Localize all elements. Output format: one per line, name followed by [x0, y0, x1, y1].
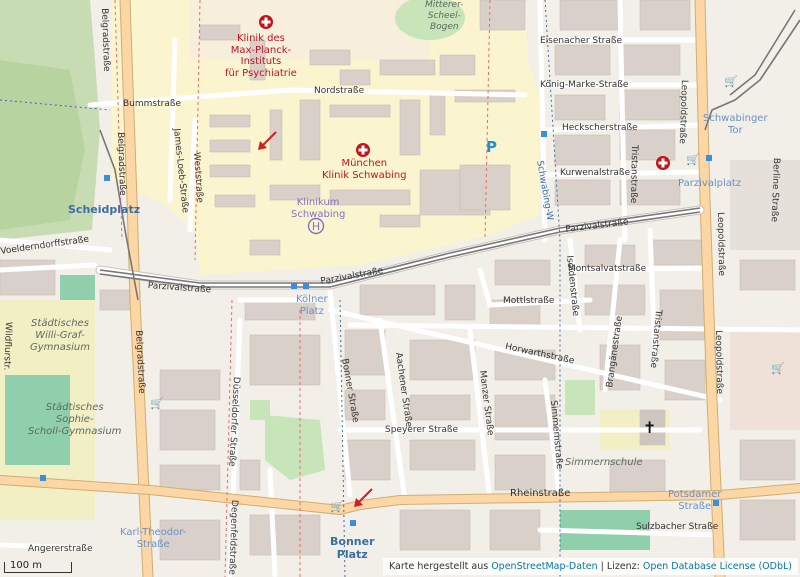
street-label-koenig-marke: König-Marke-Straße [540, 80, 629, 90]
scale-label: 100 m [10, 560, 43, 571]
place-label-bonner-platz[interactable]: Bonner Platz [330, 535, 375, 561]
poi-label-simmernschule[interactable]: Simmernschule [565, 457, 643, 469]
street-label-wildflur: Wildflurstr. [1, 321, 13, 371]
map-attribution: Karte hergestellt aus OpenStreetMap-Date… [382, 558, 798, 575]
street-label-heckscher: Heckscherstraße [562, 123, 638, 133]
street-label-angerer: Angererstraße [28, 544, 93, 554]
place-label-karl-theodor[interactable]: Karl-Theodor- Straße [120, 527, 186, 550]
street-label-mottl: Mottlstraße [503, 296, 555, 306]
church-cross-icon: ✝ [643, 418, 657, 437]
street-label-degenfeld: Degenfeldstraße [226, 499, 239, 575]
license-link[interactable]: Open Database License (ODbL) [643, 561, 792, 572]
poi-label-max-planck[interactable]: Klinik des Max-Planck- Instituts für Psy… [225, 33, 297, 79]
street-label-belgrad-mid: Belgradstraße [115, 131, 128, 196]
street-label-bumm: Bummstraße [123, 99, 182, 109]
hospital-h-label: H [312, 220, 320, 233]
poi-label-willi-graf[interactable]: Städtisches Willi-Graf- Gymnasium [30, 318, 90, 354]
shop-cart-icon[interactable]: 🛒 [724, 75, 738, 88]
poi-label-park-top: Mitterer- Scheel- Bogen [425, 0, 464, 32]
street-label-speyerer: Speyerer Straße [385, 425, 459, 435]
street-label-tristan-top: Tristanstraße [627, 144, 639, 204]
place-label-potsdamer[interactable]: Potsdamer Straße [668, 489, 721, 512]
place-label-scheidplatz[interactable]: Scheidplatz [68, 204, 140, 215]
shop-cart-icon[interactable]: 🛒 [150, 397, 164, 410]
place-label-koelner-platz[interactable]: Kölner Platz [296, 294, 328, 317]
street-label-sulzbacher: Sulzbacher Straße [636, 522, 719, 532]
street-label-leopold-top: Leopoldstraße [676, 79, 689, 144]
street-label-eisenacher: Eisenacher Straße [540, 36, 623, 46]
street-label-leopold-low: Leopoldstraße [713, 329, 725, 395]
street-label-montsalvat: Montsalvatstraße [568, 264, 647, 274]
attribution-prefix: Karte hergestellt aus [388, 561, 489, 572]
street-label-rhein: Rheinstraße [510, 488, 571, 499]
shop-cart-icon[interactable]: 🛒 [686, 153, 700, 166]
parking-icon[interactable]: P [486, 138, 497, 156]
street-label-leopold-mid: Leopoldstraße [715, 211, 727, 277]
poi-label-sophie-scholl[interactable]: Städtisches Sophie- Scholl-Gymnasium [28, 402, 121, 438]
street-label-nord: Nordstraße [314, 86, 365, 96]
poi-label-klinikum-schwabing[interactable]: Klinikum Schwabing [291, 197, 345, 220]
poi-label-klinik-schwabing[interactable]: München Klinik Schwabing [322, 158, 407, 181]
street-label-belgrad-low: Belgradstraße [133, 329, 147, 394]
shop-cart-icon[interactable]: 🛒 [771, 362, 785, 375]
attribution-separator: | Lizenz: [597, 561, 643, 572]
shop-cart-icon[interactable]: 🛒 [330, 500, 344, 513]
street-label-belgrad-top: Belgradstraße [99, 7, 112, 72]
street-label-berline: Berline Straße [768, 157, 781, 223]
osm-data-link[interactable]: OpenStreetMap-Daten [491, 561, 597, 572]
place-label-schwabinger-tor[interactable]: Schwabinger Tor [703, 113, 768, 136]
map-canvas[interactable]: H P ✝ 🛒 🛒 🛒 🛒 🛒 Scheidplatz Karl-Theodor… [0, 0, 800, 577]
street-label-kurwenal: Kurwenalstraße [560, 168, 631, 178]
place-label-parzivalplatz[interactable]: Parzivalplatz [678, 178, 741, 190]
